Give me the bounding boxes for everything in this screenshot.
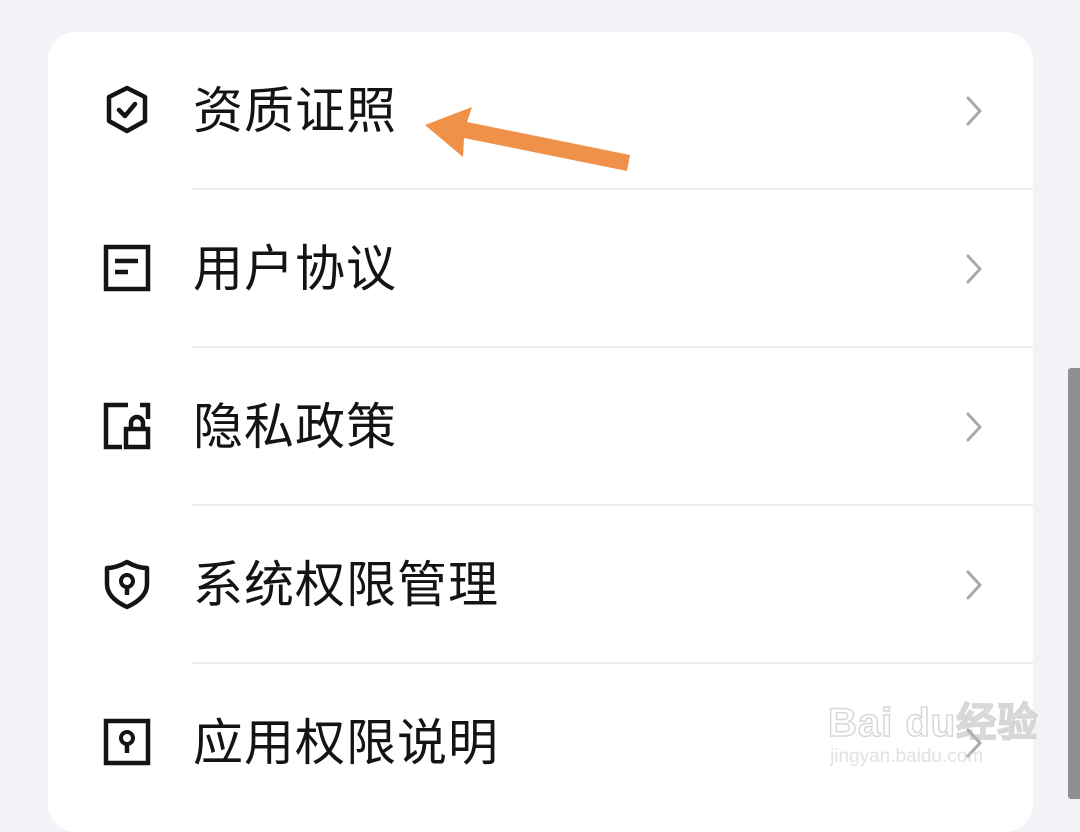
scrollbar[interactable] (1068, 368, 1080, 799)
chevron-right-icon (960, 409, 988, 445)
chevron-right-icon (960, 567, 988, 603)
menu-item-label: 隐私政策 (193, 398, 397, 456)
menu-item-label: 应用权限说明 (193, 714, 499, 772)
menu-item-label: 用户协议 (193, 240, 397, 298)
shield-keyhole-icon (100, 557, 154, 611)
menu-item-label: 资质证照 (193, 82, 397, 140)
chevron-right-icon (960, 725, 988, 761)
menu-item-privacy-policy[interactable]: 隐私政策 (48, 348, 1033, 506)
keyhole-icon (100, 715, 154, 769)
menu-item-label: 系统权限管理 (193, 556, 499, 614)
menu-item-app-permissions[interactable]: 应用权限说明 (48, 664, 1033, 822)
menu-item-system-permissions[interactable]: 系统权限管理 (48, 506, 1033, 664)
arrow-left-icon (425, 107, 630, 171)
privacy-lock-icon (100, 399, 154, 453)
menu-item-user-agreement[interactable]: 用户协议 (48, 190, 1033, 348)
chevron-right-icon (960, 251, 988, 287)
document-icon (100, 241, 154, 295)
chevron-right-icon (960, 93, 988, 129)
shield-check-icon (100, 83, 154, 137)
